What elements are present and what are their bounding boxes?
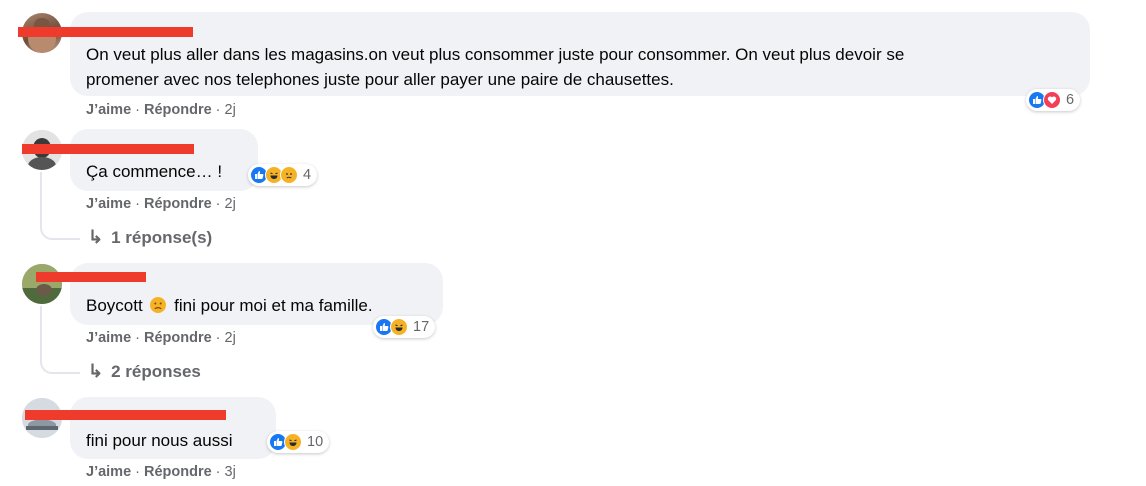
- thread-connector: [40, 306, 42, 356]
- avatar-photo: [22, 264, 62, 304]
- sad-icon: [280, 166, 298, 184]
- reply-button[interactable]: Répondre: [144, 102, 212, 118]
- comment-text-part: Boycott: [86, 296, 143, 315]
- thread-connector-curve: [40, 218, 80, 240]
- comment-text-part: fini pour moi et ma famille.: [174, 296, 373, 315]
- separator: ·: [215, 196, 221, 212]
- redacted-author-name: [36, 272, 146, 282]
- reply-button[interactable]: Répondre: [144, 330, 212, 346]
- sad-face-emoji-icon: [149, 296, 167, 314]
- reactions-summary[interactable]: 17: [373, 316, 436, 338]
- separator: ·: [135, 330, 140, 346]
- comment-actions: J’aime · Répondre · 2j: [86, 102, 236, 118]
- comment-timestamp[interactable]: 3j: [225, 464, 236, 480]
- replies-count-label: 1 réponse(s): [111, 227, 213, 247]
- love-icon: [1043, 91, 1061, 109]
- replies-count-label: 2 réponses: [111, 361, 201, 381]
- comment-text: Boycott fini pour moi et ma famille.: [86, 293, 373, 318]
- reaction-count: 10: [307, 434, 324, 450]
- reaction-count: 6: [1066, 92, 1075, 108]
- comment-actions: J’aime · Répondre · 2j: [86, 330, 236, 346]
- comment-text: fini pour nous aussi: [86, 431, 233, 450]
- reply-arrow-icon: ↳: [88, 227, 104, 247]
- comment-timestamp[interactable]: 2j: [225, 330, 236, 346]
- comment-timestamp[interactable]: 2j: [225, 102, 236, 118]
- thread-connector-curve: [40, 352, 80, 374]
- reaction-count: 17: [413, 319, 430, 335]
- like-button[interactable]: J’aime: [86, 196, 131, 212]
- reply-arrow-icon: ↳: [88, 361, 104, 381]
- reactions-summary[interactable]: 4: [248, 164, 318, 186]
- haha-icon: [284, 433, 302, 451]
- reply-button[interactable]: Répondre: [144, 196, 212, 212]
- separator: ·: [135, 464, 140, 480]
- comment-actions: J’aime · Répondre · 3j: [86, 464, 236, 480]
- haha-icon: [390, 318, 408, 336]
- separator: ·: [215, 102, 221, 118]
- redacted-author-name: [22, 144, 194, 154]
- separator: ·: [215, 464, 221, 480]
- reactions-summary[interactable]: 6: [1026, 89, 1081, 111]
- like-button[interactable]: J’aime: [86, 102, 131, 118]
- comment-timestamp[interactable]: 2j: [225, 196, 236, 212]
- separator: ·: [215, 330, 221, 346]
- like-button[interactable]: J’aime: [86, 464, 131, 480]
- separator: ·: [135, 102, 140, 118]
- reaction-count: 4: [303, 167, 312, 183]
- comment-actions: J’aime · Répondre · 2j: [86, 196, 236, 212]
- view-replies-button[interactable]: ↳ 2 réponses: [88, 361, 201, 382]
- separator: ·: [135, 196, 140, 212]
- comment-text: Ça commence… !: [86, 162, 223, 181]
- reactions-summary[interactable]: 10: [267, 431, 330, 453]
- view-replies-button[interactable]: ↳ 1 réponse(s): [88, 227, 212, 248]
- comment-text: On veut plus aller dans les magasins.on …: [86, 45, 905, 64]
- like-button[interactable]: J’aime: [86, 330, 131, 346]
- avatar[interactable]: [22, 264, 62, 304]
- thread-connector: [40, 172, 42, 222]
- comment-text: promener avec nos telephones juste pour …: [86, 70, 674, 89]
- reply-button[interactable]: Répondre: [144, 464, 212, 480]
- redacted-author-name: [25, 410, 226, 420]
- redacted-author-name: [18, 27, 193, 37]
